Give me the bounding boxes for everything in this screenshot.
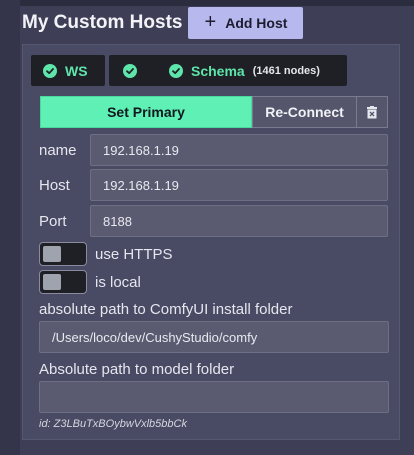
status-row: WS Schema (1461 nodes) [31,55,347,86]
page-title: My Custom Hosts [22,12,183,33]
model-path-label: Absolute path to model folder [39,361,235,378]
install-path-input[interactable]: /Users/loco/dev/CushyStudio/comfy [39,321,389,353]
port-input[interactable]: 8188 [90,205,388,237]
toggle-knob [43,274,61,290]
model-path-input[interactable] [39,381,389,413]
trash-icon [367,105,377,118]
install-path-label: absolute path to ComfyUI install folder [39,301,293,318]
add-host-button[interactable]: + Add Host [188,7,304,39]
node-count: (1461 nodes) [252,64,320,77]
port-field-row: Port 8188 [39,205,389,237]
set-primary-button[interactable]: Set Primary [40,96,252,128]
schema-status-chip: Schema (1461 nodes) [109,55,347,86]
https-toggle-row: use HTTPS [39,242,173,266]
left-strip [0,0,20,455]
host-field-row: Host 192.168.1.19 [39,169,389,201]
name-input[interactable]: 192.168.1.19 [90,134,388,166]
https-toggle[interactable] [39,242,87,266]
https-label: use HTTPS [95,245,173,263]
host-id: id: Z3LBuTxBOybwVxlb5bbCk [39,418,187,430]
add-host-label: Add Host [225,15,288,31]
reconnect-button[interactable]: Re-Connect [252,96,357,128]
hosts-header: My Custom Hosts + Add Host [22,6,304,40]
local-toggle[interactable] [39,270,87,294]
local-label: is local [95,273,141,291]
host-label: Host [39,176,70,194]
port-label: Port [39,212,67,230]
name-field-row: name 192.168.1.19 [39,134,389,166]
check-circle-icon [123,63,137,78]
delete-host-button[interactable] [357,96,388,128]
check-circle-icon [169,63,183,78]
host-input[interactable]: 192.168.1.19 [90,169,388,201]
local-toggle-row: is local [39,270,141,294]
ws-status-chip: WS [31,55,105,86]
check-circle-icon [43,63,57,78]
ws-status-label: WS [65,62,88,79]
plus-icon: + [204,11,217,33]
host-actions: Set Primary Re-Connect [40,96,388,128]
toggle-knob [43,246,61,262]
host-card: WS Schema (1461 nodes) Set Primary Re-Co… [22,44,400,440]
schema-status-label: Schema [191,62,245,79]
name-label: name [39,141,77,159]
